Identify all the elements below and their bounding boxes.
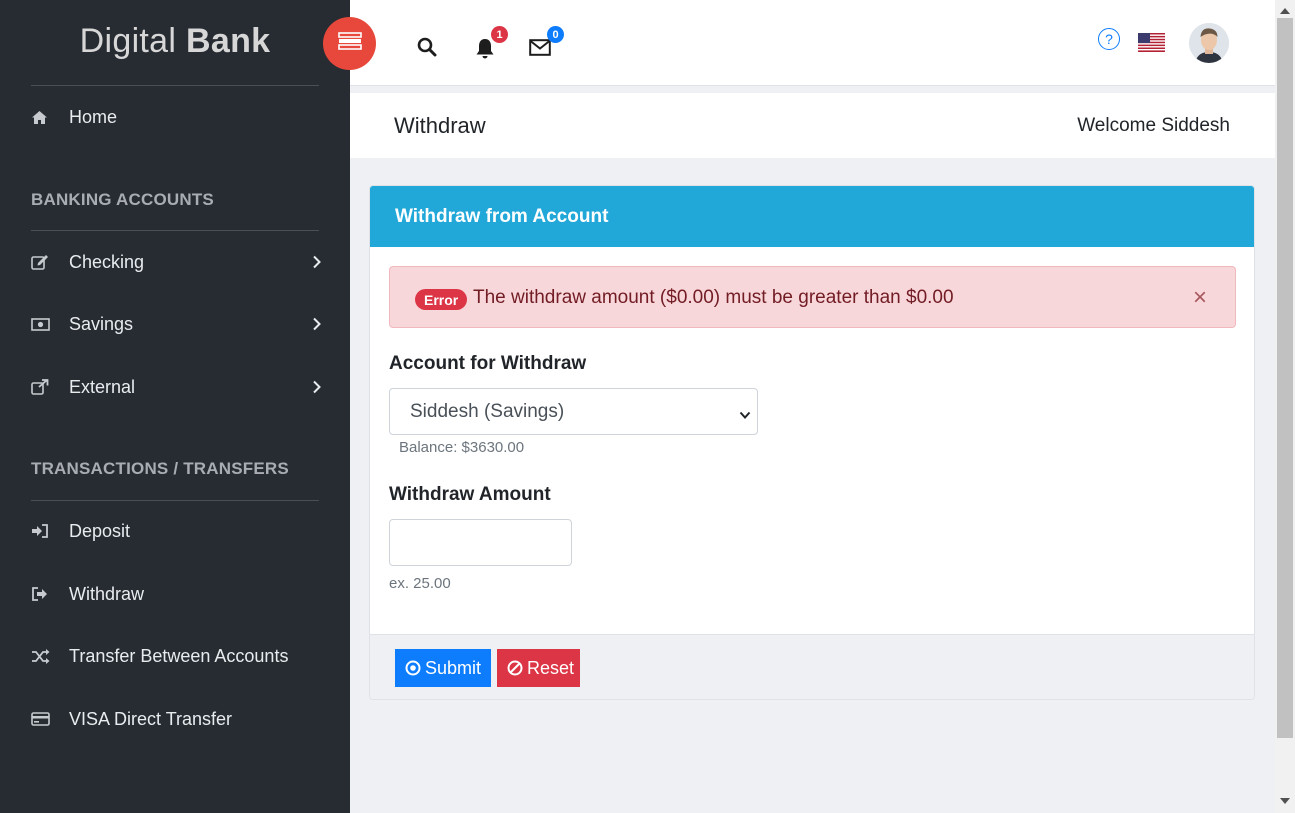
envelope-icon[interactable] (529, 38, 551, 56)
page-header: Withdraw Welcome Siddesh (350, 93, 1275, 158)
edit-icon (31, 254, 69, 270)
withdraw-card: Withdraw from Account Error The withdraw… (369, 185, 1255, 700)
avatar[interactable] (1189, 23, 1229, 63)
us-flag-icon[interactable] (1138, 33, 1165, 52)
shuffle-icon (31, 648, 69, 664)
sidebar-item-label: Withdraw (69, 583, 145, 604)
sidebar-item-label: External (69, 376, 136, 397)
amount-hint: ex. 25.00 (389, 575, 451, 592)
money-icon (31, 317, 69, 331)
sign-out-icon (31, 586, 69, 602)
sidebar-item-withdraw[interactable]: Withdraw (31, 579, 321, 609)
brand-bold: Bank (186, 22, 271, 60)
scroll-thumb[interactable] (1277, 18, 1293, 738)
card-footer: Submit Reset (370, 634, 1254, 699)
amount-input[interactable] (389, 519, 572, 566)
sign-in-icon (31, 523, 69, 539)
card-title: Withdraw from Account (395, 206, 609, 227)
message-badge: 0 (547, 26, 564, 43)
sidebar-item-label: Home (69, 106, 118, 127)
divider (31, 230, 319, 231)
help-icon[interactable]: ? (1098, 28, 1120, 50)
account-label: Account for Withdraw (389, 353, 587, 374)
search-icon[interactable] (416, 36, 438, 58)
sidebar-item-label: Checking (69, 251, 145, 272)
sidebar-item-deposit[interactable]: Deposit (31, 516, 321, 546)
scroll-up-icon[interactable] (1280, 8, 1290, 14)
sidebar-item-transfer[interactable]: Transfer Between Accounts (31, 641, 321, 671)
divider (31, 85, 319, 86)
page-title: Withdraw (394, 113, 486, 138)
sidebar-item-checking[interactable]: Checking (31, 247, 321, 277)
chevron-right-icon (312, 253, 321, 274)
sidebar-item-label: Savings (69, 313, 134, 334)
account-select[interactable]: Siddesh (Savings) (389, 388, 758, 435)
menu-toggle-button[interactable] (323, 17, 376, 70)
submit-button[interactable]: Submit (395, 649, 491, 687)
account-select-value: Siddesh (Savings) (410, 400, 565, 422)
amount-label: Withdraw Amount (389, 484, 551, 505)
error-message: The withdraw amount ($0.00) must be grea… (473, 287, 954, 308)
close-icon[interactable]: × (1193, 286, 1207, 310)
balance-hint: Balance: $3630.00 (399, 439, 525, 456)
welcome-text: Welcome Siddesh (1077, 115, 1230, 136)
chevron-right-icon (312, 315, 321, 336)
sidebar-item-label: Transfer Between Accounts (69, 645, 289, 666)
credit-card-icon (31, 712, 69, 726)
sidebar-item-visa-direct[interactable]: VISA Direct Transfer (31, 704, 321, 734)
section-title-transactions: TRANSACTIONS / TRANSFERS (31, 459, 289, 478)
sidebar-item-label: Deposit (69, 520, 131, 541)
card-header: Withdraw from Account (370, 186, 1254, 247)
sidebar-item-savings[interactable]: Savings (31, 309, 321, 339)
sidebar-item-external[interactable]: External (31, 372, 321, 402)
ban-icon (507, 660, 523, 676)
reset-label: Reset (527, 657, 575, 678)
notification-badge: 1 (491, 26, 508, 43)
sidebar: Digital Bank Home BANKING ACCOUNTS Check… (0, 0, 350, 813)
error-alert: Error The withdraw amount ($0.00) must b… (389, 266, 1236, 328)
section-title-banking: BANKING ACCOUNTS (31, 190, 214, 209)
scrollbar[interactable] (1275, 0, 1295, 813)
sidebar-item-home[interactable]: Home (31, 102, 321, 132)
reset-button[interactable]: Reset (497, 649, 580, 687)
top-header: 1 0 ? (350, 0, 1275, 86)
dot-circle-icon (405, 660, 421, 676)
submit-label: Submit (425, 657, 482, 678)
chevron-right-icon (312, 378, 321, 399)
chevron-down-icon (739, 405, 751, 427)
sidebar-item-label: VISA Direct Transfer (69, 708, 233, 729)
scroll-down-icon[interactable] (1280, 798, 1290, 804)
brand-light: Digital (79, 22, 177, 60)
menu-icon (337, 32, 362, 55)
external-link-icon (31, 379, 69, 395)
error-badge: Error (415, 289, 468, 310)
home-icon (31, 110, 69, 125)
divider (31, 500, 319, 501)
brand-logo[interactable]: Digital Bank (0, 22, 350, 61)
